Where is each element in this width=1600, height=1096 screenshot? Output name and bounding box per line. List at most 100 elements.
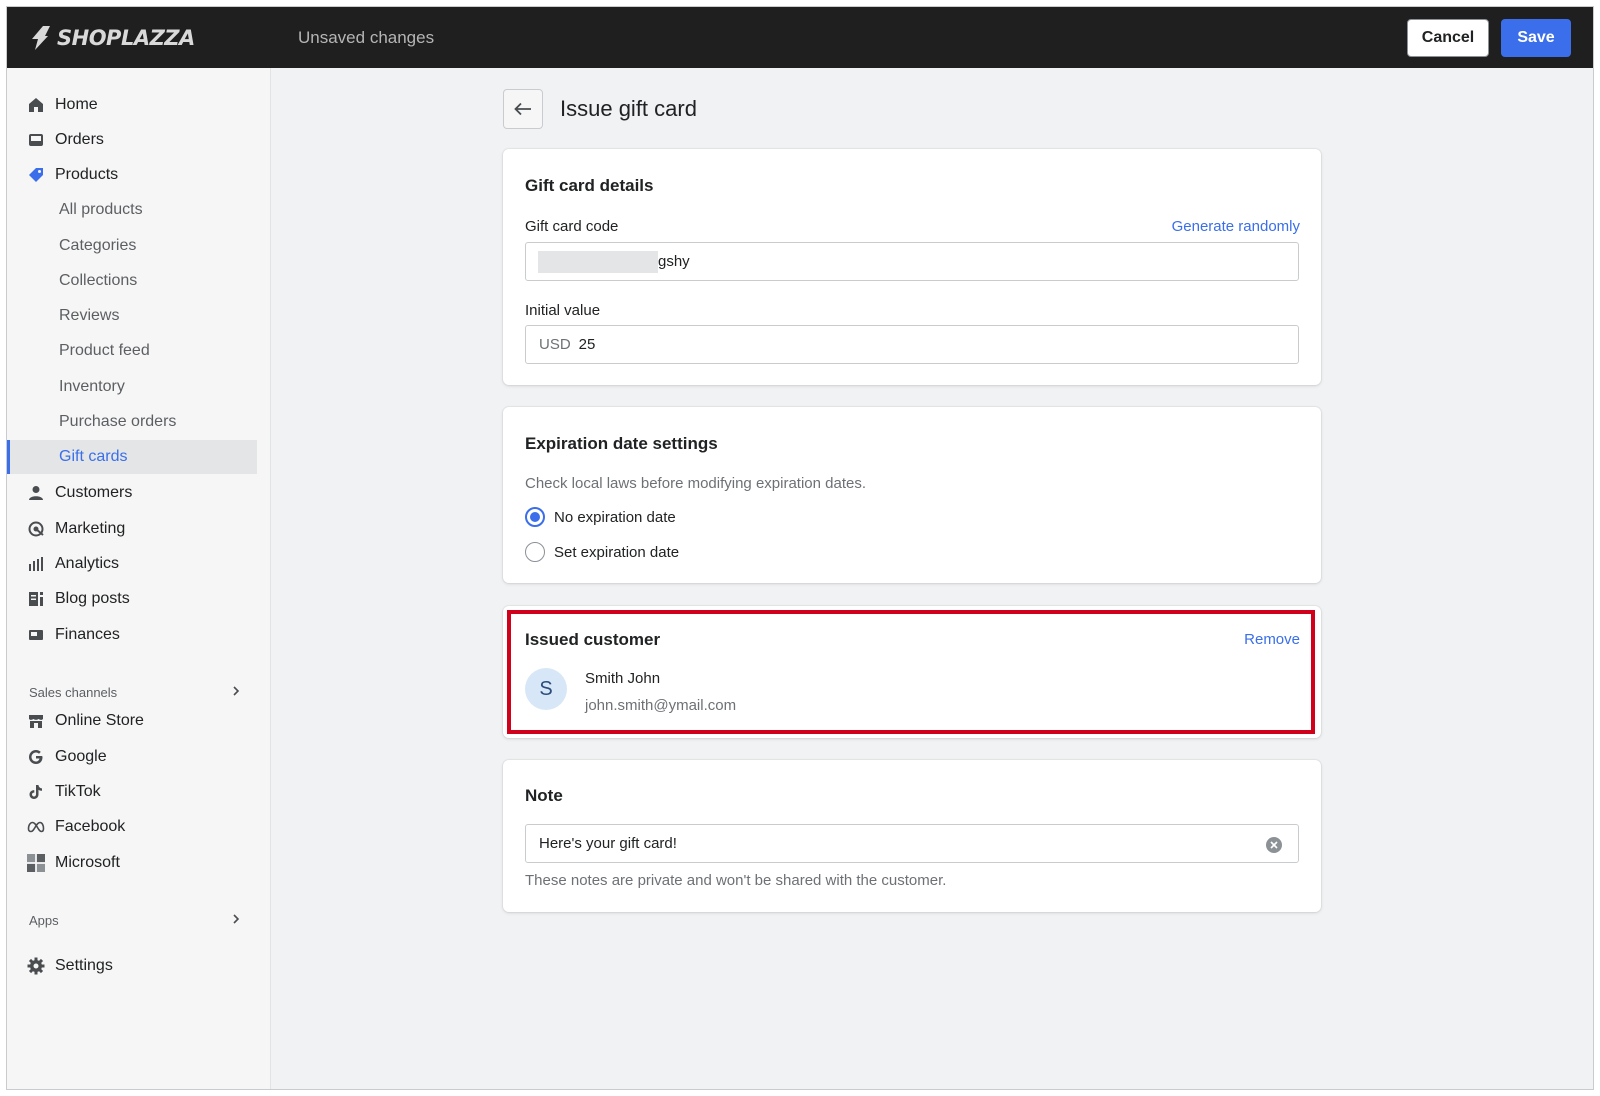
sidebar-item-label: Orders xyxy=(55,131,104,148)
issued-customer-card: Issued customer Remove S Smith John john… xyxy=(503,606,1321,738)
sidebar-item-all-products[interactable]: All products xyxy=(7,193,257,227)
microsoft-icon xyxy=(27,854,45,872)
chevron-right-icon[interactable] xyxy=(231,686,241,696)
customer-email: john.smith@ymail.com xyxy=(585,697,737,714)
sidebar-item-label: Purchase orders xyxy=(59,413,177,430)
gift-card-details-card: Gift card details Gift card code Generat… xyxy=(503,149,1321,385)
meta-icon xyxy=(27,818,45,836)
sidebar: Home Orders Products All products Catego… xyxy=(7,68,271,1089)
card-title: Note xyxy=(525,786,563,805)
brand-logo[interactable]: SHOPLAZZA xyxy=(29,25,195,51)
sidebar-item-marketing[interactable]: Marketing xyxy=(7,512,257,546)
sidebar-item-label: Categories xyxy=(59,237,137,254)
shoplazza-logo-icon xyxy=(32,26,50,50)
customer-name[interactable]: Smith John xyxy=(585,670,660,687)
sidebar-item-label: Product feed xyxy=(59,342,150,359)
sidebar-channel-microsoft[interactable]: Microsoft xyxy=(7,846,257,880)
person-icon xyxy=(27,484,45,502)
finance-icon xyxy=(27,626,45,644)
sidebar-channel-facebook[interactable]: Facebook xyxy=(7,810,257,844)
save-button[interactable]: Save xyxy=(1501,19,1571,57)
unsaved-status: Unsaved changes xyxy=(298,28,435,47)
sidebar-item-label: Reviews xyxy=(59,307,120,324)
generate-randomly-link[interactable]: Generate randomly xyxy=(1172,218,1300,235)
sidebar-item-collections[interactable]: Collections xyxy=(7,264,257,298)
note-value: Here's your gift card! xyxy=(539,835,677,852)
card-title: Issued customer xyxy=(525,630,661,649)
avatar: S xyxy=(525,668,567,710)
sidebar-item-label: Collections xyxy=(59,272,138,289)
sidebar-item-orders[interactable]: Orders xyxy=(7,123,257,157)
card-title: Expiration date settings xyxy=(525,434,718,453)
sidebar-item-categories[interactable]: Categories xyxy=(7,229,257,263)
sidebar-item-label: Analytics xyxy=(55,555,120,572)
google-icon xyxy=(27,748,45,766)
sidebar-item-label: Products xyxy=(55,166,119,183)
expiration-hint: Check local laws before modifying expira… xyxy=(525,475,867,492)
sidebar-item-settings[interactable]: Settings xyxy=(7,949,257,983)
gift-card-code-label: Gift card code xyxy=(525,218,619,235)
note-input[interactable]: Here's your gift card! xyxy=(525,824,1299,863)
initial-value: 25 xyxy=(578,336,596,353)
sidebar-item-label: Finances xyxy=(55,626,120,643)
radio-label: No expiration date xyxy=(554,508,676,526)
set-expiration-option[interactable]: Set expiration date xyxy=(525,542,679,562)
sales-channels-heading: Sales channels xyxy=(29,685,118,700)
sidebar-item-label: Gift cards xyxy=(59,448,128,465)
initial-value-input[interactable]: USD 25 xyxy=(525,325,1299,364)
sidebar-item-blog-posts[interactable]: Blog posts xyxy=(7,582,257,616)
note-help-text: These notes are private and won't be sha… xyxy=(525,872,947,889)
sidebar-item-label: Settings xyxy=(55,957,113,974)
initial-value-label: Initial value xyxy=(525,302,601,319)
redacted-code-block xyxy=(538,250,658,273)
sidebar-item-label: Marketing xyxy=(55,520,126,537)
sidebar-item-products[interactable]: Products xyxy=(7,158,257,192)
sidebar-item-product-feed[interactable]: Product feed xyxy=(7,334,257,368)
sidebar-channel-google[interactable]: Google xyxy=(7,740,257,774)
sidebar-item-inventory[interactable]: Inventory xyxy=(7,370,257,404)
no-expiration-option[interactable]: No expiration date xyxy=(525,507,676,527)
tiktok-icon xyxy=(27,783,45,801)
sidebar-item-label: All products xyxy=(59,201,143,218)
sidebar-item-home[interactable]: Home xyxy=(7,88,257,122)
target-icon xyxy=(27,520,45,538)
note-card: Note Here's your gift card! These notes … xyxy=(503,760,1321,912)
brand-name: SHOPLAZZA xyxy=(57,26,195,50)
currency-prefix: USD xyxy=(539,336,571,353)
sidebar-item-analytics[interactable]: Analytics xyxy=(7,547,257,581)
sidebar-item-label: TikTok xyxy=(55,783,101,800)
radio-unselected[interactable] xyxy=(525,542,545,562)
sidebar-channel-tiktok[interactable]: TikTok xyxy=(7,775,257,809)
sidebar-item-label: Google xyxy=(55,748,107,765)
store-icon xyxy=(27,712,45,730)
app-window: SHOPLAZZA Unsaved changes Cancel Save Ho… xyxy=(6,6,1594,1090)
sidebar-item-label: Blog posts xyxy=(55,590,130,607)
apps-heading: Apps xyxy=(29,913,59,928)
remove-customer-link[interactable]: Remove xyxy=(1244,631,1300,648)
sidebar-item-customers[interactable]: Customers xyxy=(7,476,257,510)
sidebar-channel-online-store[interactable]: Online Store xyxy=(7,704,257,738)
sidebar-item-label: Microsoft xyxy=(55,854,120,871)
card-title: Gift card details xyxy=(525,176,654,195)
sidebar-item-label: Inventory xyxy=(59,378,125,395)
radio-selected[interactable] xyxy=(525,507,545,527)
cancel-button[interactable]: Cancel xyxy=(1407,19,1489,57)
sidebar-item-label: Facebook xyxy=(55,818,126,835)
chevron-right-icon[interactable] xyxy=(231,914,241,924)
gear-icon xyxy=(27,957,45,975)
sidebar-item-gift-cards[interactable]: Gift cards xyxy=(7,440,257,474)
back-button[interactable] xyxy=(503,89,543,129)
home-icon xyxy=(27,96,45,114)
clear-icon[interactable] xyxy=(1266,837,1282,853)
bar-chart-icon xyxy=(27,555,45,573)
expiration-card: Expiration date settings Check local law… xyxy=(503,407,1321,583)
page-title: Issue gift card xyxy=(560,96,697,121)
sidebar-item-purchase-orders[interactable]: Purchase orders xyxy=(7,405,257,439)
sidebar-item-finances[interactable]: Finances xyxy=(7,618,257,652)
arrow-left-icon xyxy=(514,102,531,116)
top-bar: SHOPLAZZA Unsaved changes Cancel Save xyxy=(7,7,1593,68)
sidebar-item-label: Home xyxy=(55,96,98,113)
gift-card-code-input[interactable]: gshy xyxy=(525,242,1299,281)
gift-card-code-value: gshy xyxy=(658,253,690,270)
sidebar-item-reviews[interactable]: Reviews xyxy=(7,299,257,333)
